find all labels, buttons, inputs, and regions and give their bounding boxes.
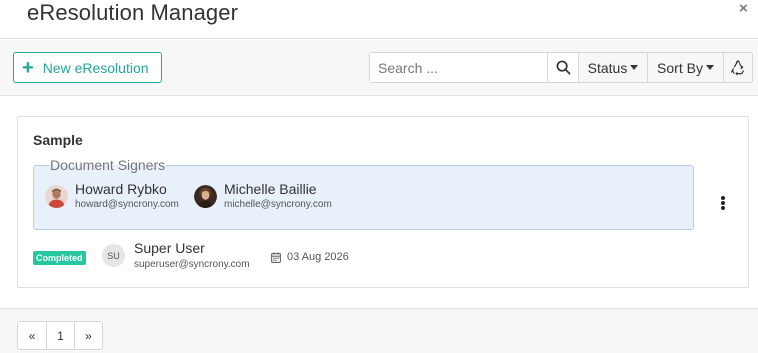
document-signers-legend: Document Signers (49, 157, 167, 173)
search-input[interactable] (370, 53, 547, 82)
pagination-prev[interactable]: « (18, 322, 46, 349)
avatar (194, 185, 217, 208)
search-icon (556, 60, 570, 75)
card-title[interactable]: Sample (33, 132, 83, 148)
status-dropdown[interactable]: Status (578, 53, 647, 82)
signer-item: Michelle Baillie michelle@syncrony.com (194, 180, 332, 212)
content-area: Sample Document Signers Howard Rybko how… (0, 97, 758, 307)
signer-name: Howard Rybko (75, 181, 167, 197)
search-button[interactable] (547, 53, 578, 82)
pagination: « 1 » (17, 321, 103, 350)
avatar: SU (102, 244, 125, 267)
toolbar: + New eResolution Status Sort By (0, 40, 758, 96)
status-label: Status (587, 59, 628, 76)
pagination-next[interactable]: » (74, 322, 102, 349)
signer-email: howard@syncrony.com (75, 199, 179, 210)
close-icon[interactable]: × (739, 0, 748, 17)
owner-name: Super User (134, 240, 205, 256)
search-group: Status Sort By (369, 52, 753, 83)
more-options-icon[interactable] (717, 194, 729, 212)
signer-item: Howard Rybko howard@syncrony.com (45, 180, 179, 212)
signer-name: Michelle Baillie (224, 181, 317, 197)
avatar (45, 185, 68, 208)
pagination-page-1[interactable]: 1 (46, 322, 74, 349)
card-meta-row: Completed SU Super User superuser@syncro… (33, 239, 713, 270)
caret-down-icon (630, 65, 639, 70)
eresolution-card: Sample Document Signers Howard Rybko how… (17, 116, 749, 288)
footer: « 1 » (0, 308, 758, 353)
date-display: 03 Aug 2026 (271, 251, 349, 263)
status-badge: Completed (33, 251, 86, 265)
new-eresolution-label: New eResolution (42, 59, 149, 76)
document-signers-panel: Document Signers Howard Rybko howard@syn… (33, 157, 694, 230)
owner-email: superuser@syncrony.com (134, 259, 250, 270)
modal-title: eResolution Manager (27, 0, 239, 25)
calendar-icon (271, 251, 281, 263)
sort-by-label: Sort By (657, 59, 703, 76)
new-eresolution-button[interactable]: + New eResolution (13, 52, 162, 83)
recycle-icon (730, 59, 745, 75)
modal-header: eResolution Manager × (0, 0, 758, 39)
recycle-bin-button[interactable] (723, 53, 752, 82)
caret-down-icon (705, 65, 714, 70)
plus-icon: + (22, 56, 34, 79)
sort-by-dropdown[interactable]: Sort By (647, 53, 723, 82)
created-date: 03 Aug 2026 (287, 251, 349, 263)
signer-email: michelle@syncrony.com (224, 199, 332, 210)
